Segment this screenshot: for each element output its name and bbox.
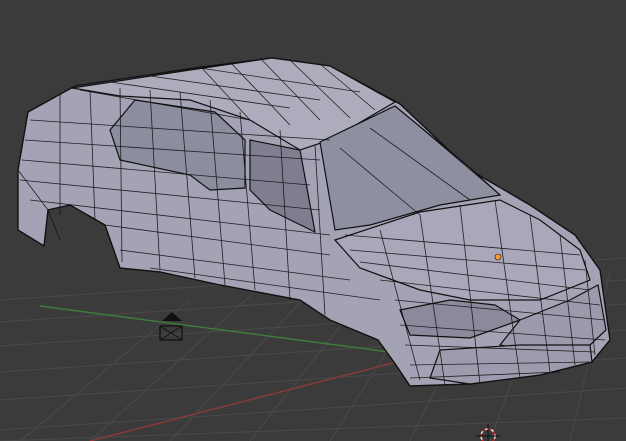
- 3d-viewport[interactable]: [0, 0, 626, 441]
- 3d-cursor-icon: [476, 424, 500, 441]
- selected-vertex[interactable]: [494, 253, 502, 261]
- car-body-mesh[interactable]: [17, 57, 611, 387]
- x-axis-line: [89, 355, 421, 441]
- camera-icon[interactable]: [159, 312, 183, 341]
